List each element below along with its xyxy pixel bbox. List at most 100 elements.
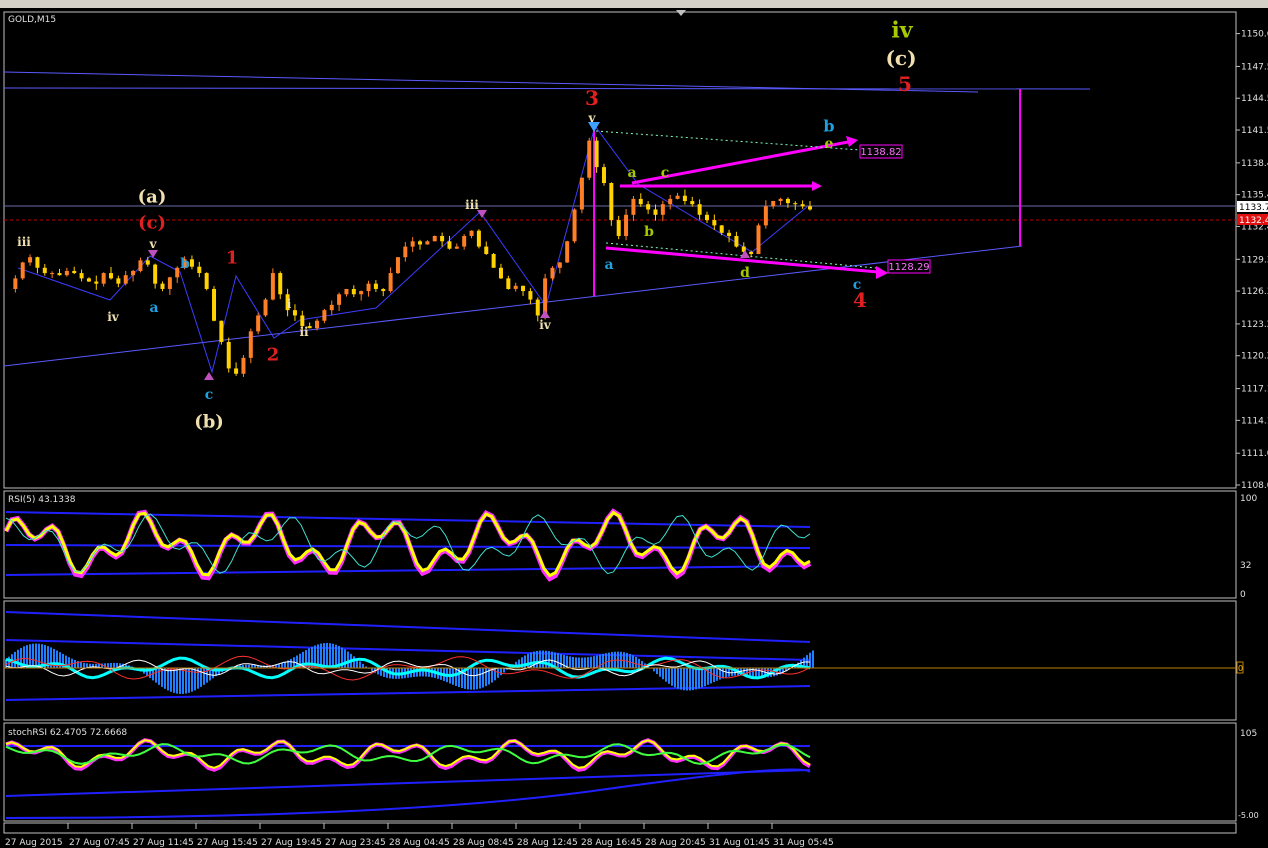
price-axis-label: 1126.3 (1241, 287, 1268, 297)
price-axis-label: 1111.0 (1241, 449, 1268, 459)
symbol-label: GOLD,M15 (8, 15, 56, 25)
wave-label: iii (17, 235, 31, 249)
candle-body (506, 278, 511, 289)
candle-body (785, 198, 790, 204)
candle-body (175, 267, 180, 278)
candle-body (263, 299, 268, 316)
candle-body (447, 241, 452, 249)
oscillator-tick-0: 0 (1238, 664, 1243, 673)
time-axis-strip (3, 822, 1237, 834)
candle-body (101, 273, 106, 284)
candle-body (234, 368, 239, 374)
candle-body (64, 270, 69, 276)
candle-body (212, 288, 217, 321)
candle-body (432, 235, 437, 242)
candle-body (189, 259, 194, 267)
candle-body (631, 198, 636, 215)
candle-body (756, 225, 761, 254)
candle-body (42, 267, 47, 274)
candle-body (638, 198, 643, 205)
candle-body (13, 278, 18, 289)
time-axis-label: 31 Aug 01:45 (709, 838, 770, 848)
time-axis-label: 28 Aug 12:45 (517, 838, 578, 848)
candle-body (256, 315, 261, 332)
price-axis-label: 1147.5 (1241, 62, 1268, 72)
candle-body (388, 273, 393, 292)
candle-body (418, 241, 423, 245)
candle-body (704, 214, 709, 221)
time-axis-label: 27 Aug 07:45 (69, 838, 130, 848)
candle-body (153, 264, 158, 284)
wave-label: iv (107, 310, 120, 324)
candle-body (395, 257, 400, 274)
candle-body (763, 206, 768, 226)
candle-body (440, 235, 445, 242)
candle-body (727, 232, 732, 236)
stochrsi-panel (3, 722, 1237, 822)
candle-body (359, 291, 364, 295)
candle-body (28, 257, 33, 263)
candle-body (528, 291, 533, 300)
candle-body (601, 167, 606, 184)
time-axis-label: 28 Aug 16:45 (581, 838, 642, 848)
price-axis-label: 1123.2 (1241, 320, 1268, 330)
wave-label: 5 (898, 72, 912, 96)
wave-label: 3 (585, 86, 599, 110)
candle-body (660, 204, 665, 215)
wave-label: c (205, 387, 214, 403)
candle-body (778, 198, 783, 202)
stochrsi-tick-105: 105 (1240, 729, 1257, 739)
candle-body (462, 235, 467, 247)
wave-label: c (661, 165, 670, 181)
time-axis-label: 27 Aug 19:45 (261, 838, 322, 848)
candle-body (476, 230, 481, 247)
candle-body (50, 273, 55, 275)
candle-body (337, 294, 342, 305)
candle-body (366, 283, 371, 292)
candle-body (793, 203, 798, 205)
candle-body (167, 277, 172, 289)
candle-body (697, 204, 702, 215)
candle-body (94, 281, 99, 284)
wave-label: a (604, 257, 613, 273)
wave-label: v (588, 111, 597, 125)
candle-body (771, 201, 776, 207)
candle-body (425, 241, 430, 245)
candle-body (204, 273, 209, 289)
candle-body (35, 257, 40, 268)
rsi-tick-100: 100 (1240, 494, 1257, 504)
time-axis-label: 31 Aug 05:45 (773, 838, 834, 848)
candle-body (322, 310, 327, 321)
time-axis-label: 28 Aug 04:45 (389, 838, 450, 848)
time-axis-label: 27 Aug 23:45 (325, 838, 386, 848)
candle-body (734, 235, 739, 247)
candle-body (123, 275, 128, 284)
candle-body (329, 304, 334, 311)
time-axis-label: 28 Aug 08:45 (453, 838, 514, 848)
price-axis-label: 1114.1 (1241, 416, 1268, 426)
candle-body (351, 288, 356, 295)
wave-label: (b) (194, 411, 224, 432)
rsi-tick-0: 0 (1240, 590, 1246, 600)
candle-body (719, 225, 724, 233)
candle-body (79, 273, 84, 279)
price-axis-label: 1129.3 (1241, 255, 1268, 265)
rsi-title: RSI(5) 43.1338 (8, 495, 76, 505)
rsi-tick-32: 32 (1240, 561, 1251, 571)
candle-body (278, 273, 283, 295)
candle-body (690, 201, 695, 205)
candle-body (72, 270, 77, 274)
candle-body (270, 273, 275, 300)
price-axis-label: 1120.2 (1241, 352, 1268, 362)
price-tag-current-text: 1133.7 (1239, 203, 1268, 213)
candle-body (675, 195, 680, 199)
candle-body (484, 246, 489, 254)
price-tag-bid-text: 1132.4 (1239, 216, 1268, 226)
price-axis-label: 1150.6 (1241, 30, 1268, 40)
candle-body (557, 262, 562, 268)
candle-body (403, 246, 408, 258)
candle-body (543, 278, 548, 316)
stochrsi-title: stochRSI 62.4705 72.6668 (8, 728, 127, 738)
candle-body (579, 177, 584, 210)
candle-body (454, 246, 459, 249)
